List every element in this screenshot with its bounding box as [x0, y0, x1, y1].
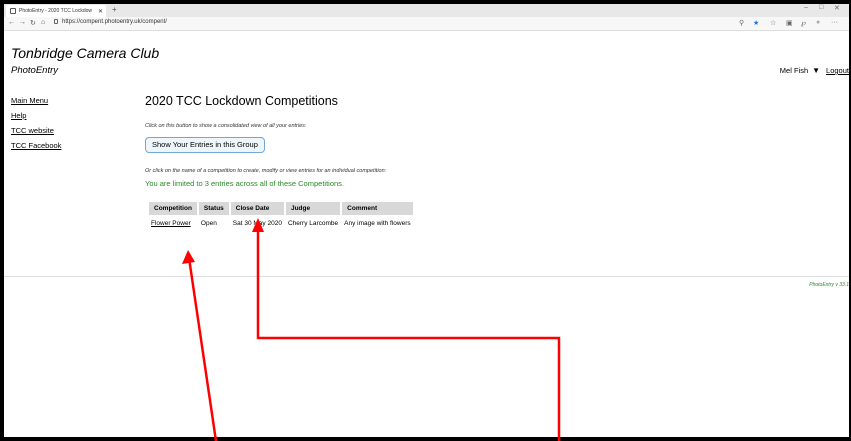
forward-icon[interactable]: → — [19, 19, 26, 26]
main-content: 2020 TCC Lockdown Competitions Click on … — [145, 94, 705, 232]
competition-note: Or click on the name of a competition to… — [145, 168, 387, 174]
refresh-icon[interactable]: ↻ — [30, 19, 36, 27]
more-icon[interactable]: ··· — [831, 19, 838, 26]
version-text: PhotoEntry v 33.1 — [809, 282, 849, 288]
new-tab-icon[interactable]: + — [112, 5, 117, 14]
star-icon[interactable]: ★ — [753, 19, 759, 27]
competitions-table: Competition Status Close Date Judge Comm… — [147, 200, 415, 232]
chevron-down-icon[interactable]: ▼ — [812, 66, 820, 75]
browser-window: PhotoEntry - 2020 TCC Lockdow ✕ + – □ ✕ … — [4, 4, 849, 437]
address-bar: ← → ↻ ⌂ https://compent.photoentry.uk/co… — [4, 17, 849, 31]
column-header: Close Date — [230, 202, 284, 215]
profile-icon[interactable]: ● — [816, 19, 820, 26]
page-title: 2020 TCC Lockdown Competitions — [145, 94, 338, 108]
entry-limit-text: You are limited to 3 entries across all … — [145, 179, 344, 188]
column-header: Comment — [342, 202, 413, 215]
club-title: Tonbridge Camera Club — [11, 45, 160, 61]
tab-strip: PhotoEntry - 2020 TCC Lockdow ✕ + – □ ✕ — [4, 4, 849, 17]
comment-cell: Any image with flowers — [344, 220, 411, 227]
web-page: Tonbridge Camera Club PhotoEntry Mel Fis… — [4, 32, 849, 437]
status-cell: Open — [200, 220, 217, 227]
sidebar-item-tcc-website[interactable]: TCC website — [11, 126, 121, 135]
collections-icon[interactable]: ▣ — [786, 19, 793, 27]
tab-title: PhotoEntry - 2020 TCC Lockdow — [19, 8, 93, 14]
app-name: PhotoEntry — [11, 65, 58, 76]
column-header: Status — [198, 202, 229, 215]
maximize-icon[interactable]: □ — [819, 4, 823, 11]
minimize-icon[interactable]: – — [804, 4, 808, 11]
table-row: Flower Power Open Sat 30 May 2020 Cherry… — [149, 217, 413, 230]
lock-icon — [54, 19, 58, 24]
back-icon[interactable]: ← — [8, 19, 15, 26]
url-text: https://compent.photoentry.uk/compent/ — [62, 19, 167, 25]
consolidated-note: Click on this button to show a consolida… — [145, 123, 307, 129]
zoom-icon[interactable]: ⚲ — [739, 19, 744, 27]
sidebar: Main Menu Help TCC website TCC Facebook — [11, 96, 121, 156]
column-header: Competition — [149, 202, 197, 215]
close-date-cell: Sat 30 May 2020 — [232, 220, 282, 227]
judge-cell: Cherry Larcombe — [287, 220, 339, 227]
column-header: Judge — [285, 202, 341, 215]
sidebar-item-main-menu[interactable]: Main Menu — [11, 96, 121, 105]
close-window-icon[interactable]: ✕ — [834, 4, 840, 12]
browser-tab[interactable]: PhotoEntry - 2020 TCC Lockdow ✕ — [6, 5, 106, 17]
show-entries-button[interactable]: Show Your Entries in this Group — [145, 137, 265, 153]
favorites-icon[interactable]: ☆ — [770, 19, 776, 27]
home-icon[interactable]: ⌂ — [41, 19, 45, 26]
sidebar-item-tcc-facebook[interactable]: TCC Facebook — [11, 141, 121, 150]
url-field[interactable]: https://compent.photoentry.uk/compent/ — [54, 19, 167, 25]
user-menu: Mel Fish ▼ Logout — [780, 66, 849, 75]
competition-link[interactable]: Flower Power — [151, 220, 191, 227]
favicon-icon — [10, 8, 16, 14]
competition-cell: Flower Power — [149, 217, 197, 230]
table-header-row: Competition Status Close Date Judge Comm… — [149, 202, 413, 215]
reading-icon[interactable]: ℘ — [801, 19, 806, 27]
user-name[interactable]: Mel Fish — [780, 66, 808, 75]
logout-link[interactable]: Logout — [826, 66, 849, 75]
tab-close-icon[interactable]: ✕ — [98, 8, 106, 15]
sidebar-item-help[interactable]: Help — [11, 111, 121, 120]
footer-divider — [4, 276, 849, 277]
